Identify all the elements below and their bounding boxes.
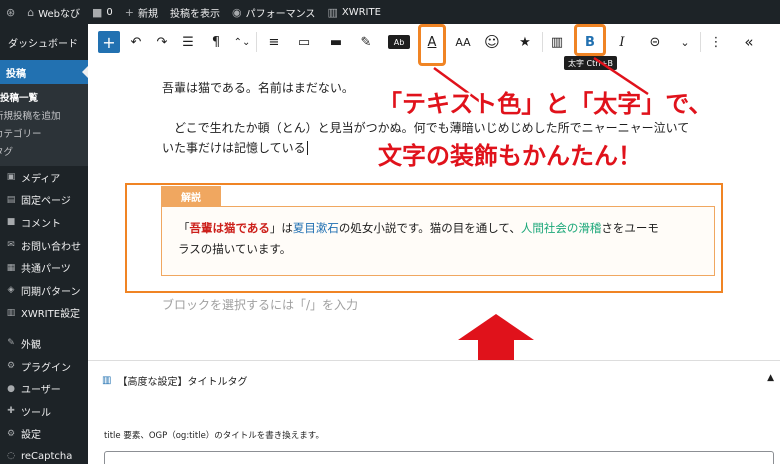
callout-line-1: 「テキスト色」と「太字」で、	[378, 90, 713, 118]
submenu-tags[interactable]: タグ	[0, 142, 88, 160]
text-cursor	[306, 141, 312, 155]
page-icon: ▤	[6, 194, 16, 205]
comment-icon: ■	[92, 5, 103, 19]
plugin-icon: ⚙	[6, 361, 16, 372]
wp-logo-icon[interactable]: ⊛	[6, 6, 15, 19]
paragraph-1[interactable]: 吾輩は猫である。名前はまだない。	[162, 78, 354, 98]
user-icon: ●	[7, 383, 15, 394]
sidebar-item-settings[interactable]: ⚙ 設定	[0, 423, 88, 446]
paragraph-2-line1[interactable]: どこで生れたか頓（とん）と見当がつかぬ。何でも薄暗いじめじめした所でニャーニャー…	[174, 118, 689, 138]
sidebar-item-posts[interactable]: 投稿	[0, 60, 88, 84]
sidebar-item-appearance[interactable]: ✎ 外観	[0, 332, 88, 355]
up-arrow-icon	[458, 314, 534, 360]
sidebar-item-common-parts[interactable]: ▦ 共通パーツ	[0, 256, 88, 279]
comment-icon: ■	[6, 217, 16, 228]
plus-icon: +	[124, 5, 135, 19]
recaptcha-icon: ◌	[7, 451, 15, 462]
book-icon: ▥	[6, 307, 16, 318]
screen: ⊛ ⌂ Webなび ■ 0 + 新規 投稿を表示 ◉ パフォーマンス ▥ XWRITE ダ…	[0, 0, 780, 464]
sidebar-item-media[interactable]: ▣ メディア	[0, 166, 88, 189]
submenu-all-posts[interactable]: 投稿一覧	[0, 88, 88, 106]
settings-icon: ⚙	[6, 428, 16, 439]
explanation-box-label: 解説	[161, 186, 221, 206]
view-post-link[interactable]: 投稿を表示	[170, 5, 220, 20]
explanation-box-text[interactable]: 「吾輩は猫である」は夏目漱石の処女小説です。猫の目を通して、人間社会の滑稽さをユ…	[178, 218, 698, 260]
new-content-link[interactable]: + 新規	[125, 5, 158, 20]
brush-icon: ✎	[7, 338, 15, 349]
block-editor: + ↶ ↷ ☰ ¶ ⌃⌄ ≡ ▭ ▬ ✎ Ab A AA ☺ ★ ▥ B I ⊝…	[88, 24, 780, 464]
sidebar-item-patterns[interactable]: ◈ 同期パターン	[0, 279, 88, 302]
sidebar-item-label: 投稿	[6, 68, 26, 80]
admin-bar: ⊛ ⌂ Webなび ■ 0 + 新規 投稿を表示 ◉ パフォーマンス ▥ XWRITE	[0, 0, 780, 24]
comments-link[interactable]: ■ 0	[92, 6, 113, 19]
meta-panel-header[interactable]: ▥ 【高度な設定】タイトルタグ	[102, 373, 247, 388]
blue-author: 夏目漱石	[292, 221, 339, 235]
sidebar-item-dashboard[interactable]: ダッシュボード	[0, 24, 88, 60]
sidebar-item-comments[interactable]: ■ コメント	[0, 211, 88, 234]
admin-sidebar: ダッシュボード 投稿 投稿一覧 新規投稿を追加 カテゴリー タグ ▣メディア ▤…	[0, 24, 88, 464]
book-icon: ▥	[327, 5, 338, 19]
sidebar-item-pages[interactable]: ▤ 固定ページ	[0, 189, 88, 212]
pattern-icon: ◈	[7, 285, 15, 296]
parts-icon: ▦	[6, 262, 16, 273]
sidebar-item-recaptcha[interactable]: ◌ reCaptcha	[0, 445, 88, 464]
callout-line-2: 文字の装飾もかんたん！	[378, 142, 642, 170]
wrench-icon: ✚	[7, 406, 15, 417]
title-tag-input[interactable]	[104, 451, 774, 464]
site-name-link[interactable]: ⌂ Webなび	[27, 5, 80, 20]
xwrite-link[interactable]: ▥ XWRITE	[327, 6, 380, 19]
meta-panel: ▥ 【高度な設定】タイトルタグ ▲ title 要素、OGP（og:title）の…	[88, 360, 780, 464]
sidebar-item-contact[interactable]: ✉ お問い合わせ	[0, 234, 88, 257]
home-icon: ⌂	[27, 5, 35, 19]
meta-help-text: title 要素、OGP（og:title）のタイトルを書き換えます。	[104, 431, 324, 441]
sidebar-item-plugins[interactable]: ⚙ プラグイン	[0, 355, 88, 378]
media-icon: ▣	[6, 172, 16, 183]
sidebar-item-xwrite-settings[interactable]: ▥ XWRITE設定	[0, 302, 88, 325]
performance-icon: ◉	[232, 5, 242, 19]
chevron-up-icon[interactable]: ▲	[767, 373, 774, 383]
block-placeholder[interactable]: ブロックを選択するには「/」を入力	[162, 296, 358, 313]
book-icon: ▥	[102, 375, 112, 386]
performance-link[interactable]: ◉ パフォーマンス	[232, 5, 315, 20]
submenu-add-new[interactable]: 新規投稿を追加	[0, 106, 88, 124]
paragraph-2-line2[interactable]: いた事だけは記憶している	[162, 138, 312, 158]
sidebar-item-tools[interactable]: ✚ ツール	[0, 400, 88, 423]
mail-icon: ✉	[7, 240, 15, 251]
sidebar-item-users[interactable]: ● ユーザー	[0, 377, 88, 400]
bold-red-title: 吾輩は猫である	[189, 221, 270, 235]
green-theme: 人間社会の滑稽	[520, 221, 602, 235]
submenu-categories[interactable]: カテゴリー	[0, 124, 88, 142]
posts-submenu: 投稿一覧 新規投稿を追加 カテゴリー タグ	[0, 84, 88, 166]
